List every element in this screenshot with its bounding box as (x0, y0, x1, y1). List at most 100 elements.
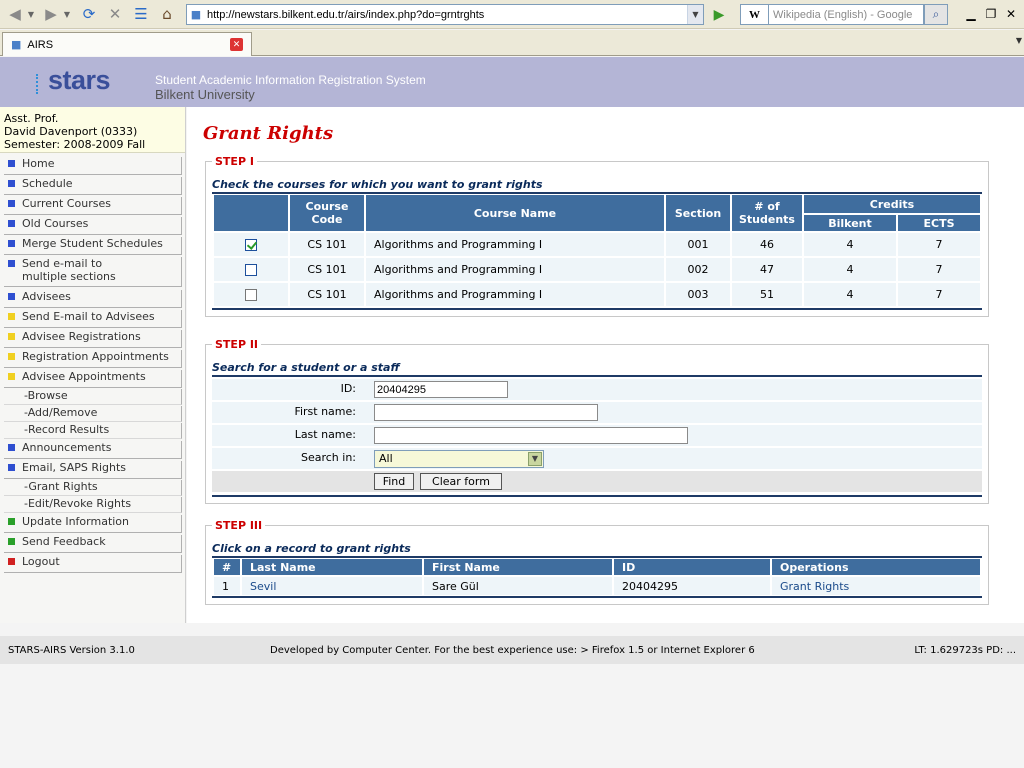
url-text[interactable]: http://newstars.bilkent.edu.tr/airs/inde… (205, 9, 687, 21)
grant-rights-link[interactable]: Grant Rights (780, 580, 849, 593)
tab-airs[interactable]: ■ AIRS ✕ (2, 32, 252, 56)
form-row-search-in: Search in: All ▼ (212, 448, 982, 469)
bullet-icon (8, 464, 15, 471)
main-content: Grant Rights STEP I Check the courses fo… (187, 107, 1024, 623)
close-window-icon[interactable]: ✕ (1002, 6, 1020, 22)
search-input[interactable]: Wikipedia (English) - Google (768, 4, 924, 25)
last-name-field[interactable] (374, 427, 688, 444)
sidebar-item-edit-revoke[interactable]: -Edit/Revoke Rights (4, 497, 182, 513)
sidebar-item-advisee-appointments[interactable]: Advisee Appointments (4, 370, 182, 388)
course-checkbox-3[interactable] (245, 289, 257, 301)
minimize-icon[interactable]: ▁ (962, 6, 980, 22)
reload-icon[interactable]: ⟳ (78, 3, 100, 25)
sidebar-item-merge-schedules[interactable]: Merge Student Schedules (4, 237, 182, 255)
result-operations: Grant Rights (772, 577, 980, 595)
find-button[interactable]: Find (374, 473, 414, 490)
forward-icon[interactable]: ▶ (40, 3, 62, 25)
sidebar-item-logout[interactable]: Logout (4, 555, 182, 573)
table-row: CS 101 Algorithms and Programming I 002 … (214, 258, 980, 281)
sidebar-item-announcements[interactable]: Announcements (4, 441, 182, 459)
col-bilkent: Bilkent (804, 215, 896, 231)
bullet-icon (8, 538, 15, 545)
browser-toolbar: ◀ ▼ ▶ ▼ ⟳ ✕ ☰ ⌂ ■ http://newstars.bilken… (0, 0, 1024, 29)
forward-dropdown-icon[interactable]: ▼ (62, 3, 72, 25)
sidebar-item-home[interactable]: Home (4, 157, 182, 175)
bullet-icon (8, 558, 15, 565)
search-icon[interactable]: ⌕ (924, 4, 948, 25)
sidebar-item-record-results[interactable]: -Record Results (4, 423, 182, 439)
sidebar-item-email-saps[interactable]: Email, SAPS Rights (4, 461, 182, 479)
result-id: 20404295 (614, 577, 770, 595)
sidebar-item-grant-rights[interactable]: -Grant Rights (4, 480, 182, 496)
course-checkbox-1[interactable] (245, 239, 257, 251)
bullet-icon (8, 293, 15, 300)
tab-list-icon[interactable]: ▼ (1016, 36, 1022, 45)
course-checkbox-2[interactable] (245, 264, 257, 276)
table-row: CS 101 Algorithms and Programming I 003 … (214, 283, 980, 306)
course-section: 003 (666, 283, 730, 306)
back-icon[interactable]: ◀ (4, 3, 26, 25)
logo-dots-icon (36, 74, 46, 94)
user-info: Asst. Prof. David Davenport (0333) Semes… (0, 107, 185, 153)
user-name: David Davenport (0333) (4, 125, 138, 138)
course-code: CS 101 (290, 258, 364, 281)
search-in-select[interactable]: All ▼ (374, 450, 544, 468)
step1-caption: Check the courses for which you want to … (212, 178, 543, 191)
id-field[interactable] (374, 381, 508, 398)
results-table: # Last Name First Name ID Operations 1 S… (212, 557, 982, 597)
bookmarks-icon[interactable]: ☰ (130, 3, 152, 25)
sidebar-item-update-info[interactable]: Update Information (4, 515, 182, 533)
first-name-field[interactable] (374, 404, 598, 421)
back-dropdown-icon[interactable]: ▼ (26, 3, 36, 25)
step3-legend: STEP III (212, 519, 266, 532)
clear-form-button[interactable]: Clear form (420, 473, 502, 490)
search-engine-icon[interactable]: W (740, 4, 768, 25)
result-last-name-link[interactable]: Sevil (250, 580, 276, 593)
sidebar-item-add-remove[interactable]: -Add/Remove (4, 406, 182, 422)
url-bar[interactable]: ■ http://newstars.bilkent.edu.tr/airs/in… (186, 4, 704, 25)
sidebar-item-advisees[interactable]: Advisees (4, 290, 182, 308)
col-select (214, 195, 288, 231)
sidebar-item-old-courses[interactable]: Old Courses (4, 217, 182, 235)
course-name: Algorithms and Programming I (366, 258, 664, 281)
url-dropdown-icon[interactable]: ▼ (687, 5, 703, 24)
sidebar-item-send-feedback[interactable]: Send Feedback (4, 535, 182, 553)
form-row-buttons: Find Clear form (212, 471, 982, 492)
sidebar-item-send-email-advisees[interactable]: Send E-mail to Advisees (4, 310, 182, 328)
sidebar-item-send-email-sections[interactable]: Send e-mail to multiple sections (4, 257, 182, 287)
header-title: Student Academic Information Registratio… (155, 73, 426, 87)
stop-icon[interactable]: ✕ (104, 3, 126, 25)
restore-icon[interactable]: ❐ (982, 6, 1000, 22)
result-first-name: Sare Gül (424, 577, 612, 595)
course-code: CS 101 (290, 283, 364, 306)
table-row[interactable]: 1 Sevil Sare Gül 20404295 Grant Rights (214, 577, 980, 595)
bullet-icon (8, 373, 15, 380)
form-row-last-name: Last name: (212, 425, 982, 446)
course-ects: 7 (898, 233, 980, 256)
sidebar-item-advisee-registrations[interactable]: Advisee Registrations (4, 330, 182, 348)
close-icon[interactable]: ✕ (230, 38, 243, 51)
course-students: 46 (732, 233, 802, 256)
page-icon: ■ (190, 8, 202, 21)
course-section: 002 (666, 258, 730, 281)
course-bilkent: 4 (804, 283, 896, 306)
course-section: 001 (666, 233, 730, 256)
sidebar-item-registration-appointments[interactable]: Registration Appointments (4, 350, 182, 368)
home-icon[interactable]: ⌂ (156, 3, 178, 25)
step2-caption: Search for a student or a staff (212, 361, 400, 374)
result-last-name: Sevil (242, 577, 422, 595)
button-row-spacer (212, 471, 362, 492)
footer-timing: LT: 1.629723s PD: ... (914, 645, 1016, 656)
sidebar-item-browse[interactable]: -Browse (4, 389, 182, 405)
course-bilkent: 4 (804, 233, 896, 256)
user-title: Asst. Prof. (4, 112, 59, 125)
step2-legend: STEP II (212, 338, 262, 351)
first-name-label: First name: (294, 405, 356, 418)
sidebar-item-current-courses[interactable]: Current Courses (4, 197, 182, 215)
go-icon[interactable]: ▶ (708, 5, 730, 25)
step1-legend: STEP I (212, 155, 257, 168)
tab-strip: ■ AIRS ✕ ▼ (0, 30, 1024, 56)
sidebar-item-schedule[interactable]: Schedule (4, 177, 182, 195)
site-header: stars Student Academic Information Regis… (0, 57, 1024, 107)
step2-fieldset: STEP II Search for a student or a staff … (205, 338, 989, 504)
